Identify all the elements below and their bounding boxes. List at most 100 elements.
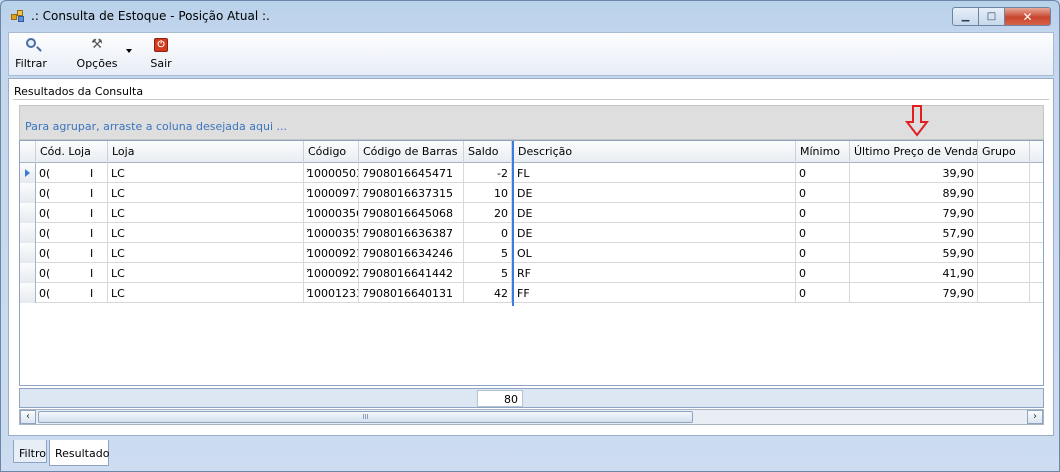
table-row[interactable]: 0(LC 10000503 7908016645471 -2 FL 0 39,90 I › [20, 163, 1043, 183]
cell-codigo-barras[interactable]: 7908016645068 [359, 203, 464, 223]
cell-minimo[interactable]: 0 [796, 243, 850, 263]
row-selector[interactable] [20, 263, 36, 283]
cell-grupo[interactable] [978, 183, 1030, 203]
cell-saldo[interactable]: 5 [464, 243, 512, 263]
cell-grupo[interactable] [978, 163, 1030, 183]
cell-descricao[interactable]: DE [514, 183, 796, 203]
cell-codigo[interactable]: 10000503 [304, 163, 359, 183]
col-codigo-barras[interactable]: Código de Barras [359, 141, 464, 163]
cell-saldo[interactable]: 20 [464, 203, 512, 223]
table-row[interactable]: 0(LC 10001233 7908016640131 42 FF 0 79,90 I › [20, 283, 1043, 303]
cell-descricao[interactable]: FF [514, 283, 796, 303]
row-selector[interactable] [20, 223, 36, 243]
cell-loja[interactable]: LC [108, 203, 304, 223]
cell-ultimo-preco[interactable]: 89,90 [850, 183, 978, 203]
row-selector[interactable] [20, 183, 36, 203]
table-row[interactable]: 0(LC 10000922 7908016641442 5 RF 0 41,90 I › [20, 263, 1043, 283]
cell-codigo[interactable]: 10000973 [304, 183, 359, 203]
cell-descricao[interactable]: RF [514, 263, 796, 283]
tab-filtro[interactable]: Filtro [13, 440, 47, 463]
cell-codigo-barras[interactable]: 7908016641442 [359, 263, 464, 283]
cell-descricao[interactable]: FL [514, 163, 796, 183]
cell-codigo-barras[interactable]: 7908016637315 [359, 183, 464, 203]
cell-codigo[interactable]: 10000355 [304, 223, 359, 243]
maximize-button[interactable]: □ [979, 7, 1005, 26]
results-grid[interactable]: Cód. Loja Loja Código Código de Barras S… [19, 140, 1044, 386]
cell-minimo[interactable]: 0 [796, 203, 850, 223]
cell-minimo[interactable]: 0 [796, 263, 850, 283]
cell-loja[interactable]: LC [108, 163, 304, 183]
cell-grupo[interactable] [978, 243, 1030, 263]
cell-codigo-barras[interactable]: 7908016645471 [359, 163, 464, 183]
table-row[interactable]: 0(LC 10000973 7908016637315 10 DE 0 89,90 I › [20, 183, 1043, 203]
close-button[interactable]: ✕ [1005, 7, 1051, 26]
group-by-area[interactable]: Para agrupar, arraste a coluna desejada … [19, 105, 1044, 140]
cell-cod-loja[interactable]: 0( [36, 203, 108, 223]
cell-grupo[interactable] [978, 223, 1030, 243]
cell-descricao[interactable]: DE [514, 223, 796, 243]
cell-ultimo-preco[interactable]: 41,90 [850, 263, 978, 283]
cell-cod-loja[interactable]: 0( [36, 163, 108, 183]
cell-cod-loja[interactable]: 0( [36, 223, 108, 243]
filter-button[interactable]: Filtrar [13, 33, 49, 75]
cell-ultimo-preco[interactable]: 79,90 [850, 203, 978, 223]
cell-loja[interactable]: LC [108, 183, 304, 203]
scroll-left-button[interactable]: ‹ [20, 410, 36, 424]
table-row[interactable]: 0(LC 10000355 7908016636387 0 DE 0 57,90 I › [20, 223, 1043, 243]
cell-ultimo-preco[interactable]: 57,90 [850, 223, 978, 243]
cell-codigo[interactable]: 10000356 [304, 203, 359, 223]
cell-saldo[interactable]: 42 [464, 283, 512, 303]
cell-saldo[interactable]: 5 [464, 263, 512, 283]
cell-ultimo-preco[interactable]: 59,90 [850, 243, 978, 263]
options-button[interactable]: ⚒ Opções [72, 33, 122, 75]
cell-codigo[interactable]: 10001233 [304, 283, 359, 303]
horizontal-scrollbar[interactable]: ‹ III › [19, 409, 1044, 425]
cell-cod-loja[interactable]: 0( [36, 243, 108, 263]
cell-saldo[interactable]: -2 [464, 163, 512, 183]
tab-resultado[interactable]: Resultado [49, 440, 109, 466]
table-row[interactable]: 0(LC 10000921 7908016634246 5 OL 0 59,90 I › [20, 243, 1043, 263]
cell-saldo[interactable]: 0 [464, 223, 512, 243]
col-cod-loja[interactable]: Cód. Loja [36, 141, 108, 163]
cell-minimo[interactable]: 0 [796, 163, 850, 183]
cell-loja[interactable]: LC [108, 243, 304, 263]
cell-codigo-barras[interactable]: 7908016634246 [359, 243, 464, 263]
cell-codigo-barras[interactable]: 7908016640131 [359, 283, 464, 303]
cell-ultimo-preco[interactable]: 39,90 [850, 163, 978, 183]
col-ultimo-preco[interactable]: Último Preço de Venda [850, 141, 978, 163]
col-saldo[interactable]: Saldo [464, 141, 512, 163]
cell-loja[interactable]: LC [108, 263, 304, 283]
options-dropdown-arrow-icon[interactable] [126, 49, 132, 53]
cell-cod-loja[interactable]: 0( [36, 183, 108, 203]
cell-loja[interactable]: LC [108, 223, 304, 243]
cell-grupo[interactable] [978, 203, 1030, 223]
title-bar[interactable]: .: Consulta de Estoque - Posição Atual :… [1, 1, 1059, 31]
cell-grupo[interactable] [978, 263, 1030, 283]
cell-saldo[interactable]: 10 [464, 183, 512, 203]
col-loja[interactable]: Loja [108, 141, 304, 163]
col-codigo[interactable]: Código [304, 141, 359, 163]
cell-minimo[interactable]: 0 [796, 283, 850, 303]
cell-cod-loja[interactable]: 0( [36, 283, 108, 303]
cell-minimo[interactable]: 0 [796, 183, 850, 203]
col-grupo[interactable]: Grupo [978, 141, 1030, 163]
cell-ultimo-preco[interactable]: 79,90 [850, 283, 978, 303]
current-row-indicator-icon[interactable] [20, 163, 36, 183]
col-descricao[interactable]: Descrição [514, 141, 796, 163]
row-selector[interactable] [20, 283, 36, 303]
minimize-button[interactable]: ▁ [952, 7, 979, 26]
cell-grupo[interactable] [978, 283, 1030, 303]
cell-descricao[interactable]: OL [514, 243, 796, 263]
col-minimo[interactable]: Mínimo [796, 141, 850, 163]
exit-button[interactable]: ⏻ Sair [145, 33, 177, 75]
cell-codigo[interactable]: 10000922 [304, 263, 359, 283]
cell-loja[interactable]: LC [108, 283, 304, 303]
cell-minimo[interactable]: 0 [796, 223, 850, 243]
row-selector[interactable] [20, 243, 36, 263]
scroll-thumb[interactable]: III [38, 411, 693, 423]
table-row[interactable]: 0(LC 10000356 7908016645068 20 DE 0 79,90 I › [20, 203, 1043, 223]
cell-cod-loja[interactable]: 0( [36, 263, 108, 283]
cell-codigo-barras[interactable]: 7908016636387 [359, 223, 464, 243]
row-selector[interactable] [20, 203, 36, 223]
cell-codigo[interactable]: 10000921 [304, 243, 359, 263]
